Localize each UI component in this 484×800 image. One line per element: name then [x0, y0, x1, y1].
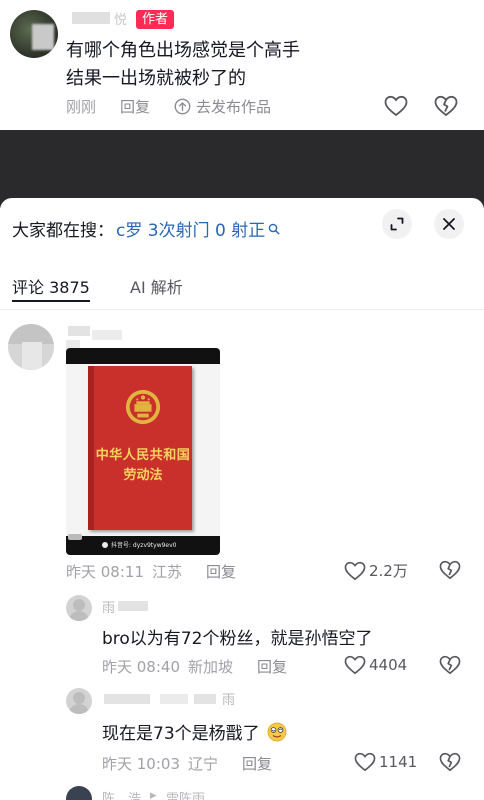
reply-button[interactable]: 回复 [242, 753, 272, 774]
username-tail[interactable]: 悦 [114, 9, 127, 28]
reply-meta: 昨天 08:40 新加坡 回复 [102, 656, 287, 677]
comment-time: 昨天 08:11 [66, 563, 144, 581]
close-icon [443, 218, 455, 230]
comment-text: 有哪个角色出场感觉是个高手 结果一出场就被秒了的 [66, 37, 456, 93]
like-button[interactable]: 1141 [354, 752, 417, 772]
national-emblem-icon [125, 389, 161, 425]
trending-search-prefix: 大家都在搜： [12, 221, 114, 241]
reply-button[interactable]: 回复 [206, 561, 236, 582]
watermark-text: 抖音号: dyzv9tyw9ev0 [111, 542, 177, 549]
dizzy-face-emoji-icon [267, 722, 287, 742]
comment-image[interactable]: 中华人民共和国 劳动法 抖音号: dyzv9tyw9ev0 [66, 348, 220, 555]
avatar[interactable] [8, 324, 54, 370]
book-subtitle: 劳动法 [123, 468, 163, 483]
avatar[interactable] [66, 786, 92, 800]
reply-text-content: 现在是73个是杨戬了 [102, 724, 260, 744]
book-title: 中华人民共和国 [95, 448, 191, 463]
comment-tabs: 评论 3875 AI 解析 [0, 270, 484, 310]
reply-meta: 昨天 10:03 辽宁 回复 [102, 753, 272, 774]
comments-sheet: 大家都在搜： c罗 3次射门 0 射正 评论 3875 AI 解析 中华人民共和… [0, 198, 484, 800]
heart-icon [344, 561, 366, 580]
close-button[interactable] [434, 209, 464, 239]
heart-icon [354, 752, 376, 772]
broken-heart-icon[interactable] [439, 655, 461, 675]
reply-username[interactable]: 雨 [102, 597, 115, 616]
douyin-watermark: 抖音号: dyzv9tyw9ev0 [102, 540, 177, 549]
douyin-logo-icon [102, 541, 108, 548]
divider [0, 309, 484, 310]
like-button[interactable]: 4404 [344, 655, 407, 675]
trending-search-query[interactable]: c罗 3次射门 0 射正 [116, 216, 265, 241]
broken-heart-icon[interactable] [434, 95, 458, 117]
reply-username[interactable]: 陈，浩 [102, 788, 141, 800]
username-blurred[interactable] [72, 12, 110, 24]
tab-ai-analysis[interactable]: AI 解析 [130, 274, 183, 298]
comment-location: 江苏 [152, 563, 183, 581]
active-tab-indicator [12, 300, 90, 302]
reply-to-username[interactable]: 雷陈雨 [166, 788, 205, 800]
reply-button[interactable]: 回复 [120, 96, 150, 117]
expand-icon [390, 217, 404, 231]
upload-icon [174, 98, 191, 115]
heart-icon[interactable] [384, 95, 408, 117]
like-count: 4404 [369, 656, 408, 674]
reply-time: 昨天 10:03 [102, 755, 180, 773]
reply-text: 现在是73个是杨戬了 [102, 719, 287, 744]
author-comment-card: 悦 作者 有哪个角色出场感觉是个高手 结果一出场就被秒了的 刚刚 回复 去发布作… [0, 0, 484, 130]
reply-location: 新加坡 [188, 658, 234, 676]
image-tag [68, 534, 82, 540]
publish-work-label: 去发布作品 [196, 98, 272, 116]
reply-text: bro以为有72个粉丝，就是孙悟空了 [102, 629, 373, 649]
like-count: 1141 [379, 753, 418, 771]
labor-law-book-image: 中华人民共和国 劳动法 [88, 366, 192, 530]
broken-heart-icon[interactable] [439, 752, 461, 772]
search-icon [268, 223, 280, 234]
reply-location: 辽宁 [188, 755, 219, 773]
broken-heart-icon[interactable] [439, 560, 461, 580]
reply-arrow-icon: ▸ [150, 788, 157, 800]
tab-comments[interactable]: 评论 3875 [12, 274, 90, 298]
avatar[interactable] [10, 10, 58, 58]
comment-meta: 刚刚 回复 去发布作品 [66, 96, 271, 117]
username-blurred [160, 694, 188, 704]
trending-search[interactable]: 大家都在搜： c罗 3次射门 0 射正 [12, 216, 280, 241]
publish-work-button[interactable]: 去发布作品 [174, 96, 271, 117]
reply-username[interactable]: 雨 [222, 689, 235, 708]
username-blurred [118, 601, 148, 611]
comment-text-line-1: 有哪个角色出场感觉是个高手 [66, 40, 300, 61]
avatar[interactable] [66, 688, 92, 714]
username-blurred [194, 694, 216, 704]
comment-time: 刚刚 [66, 98, 97, 116]
comment-meta: 昨天 08:11 江苏 回复 [66, 561, 236, 582]
like-count: 2.2万 [369, 562, 408, 580]
expand-button[interactable] [382, 209, 412, 239]
username-blurred [104, 694, 150, 704]
reply-button[interactable]: 回复 [257, 656, 287, 677]
reply-time: 昨天 08:40 [102, 658, 180, 676]
video-backdrop [0, 130, 484, 208]
author-badge: 作者 [136, 10, 175, 29]
like-button[interactable]: 2.2万 [344, 560, 408, 581]
avatar[interactable] [66, 595, 92, 621]
comment-text-line-2: 结果一出场就被秒了的 [66, 68, 246, 89]
heart-icon [344, 655, 366, 675]
